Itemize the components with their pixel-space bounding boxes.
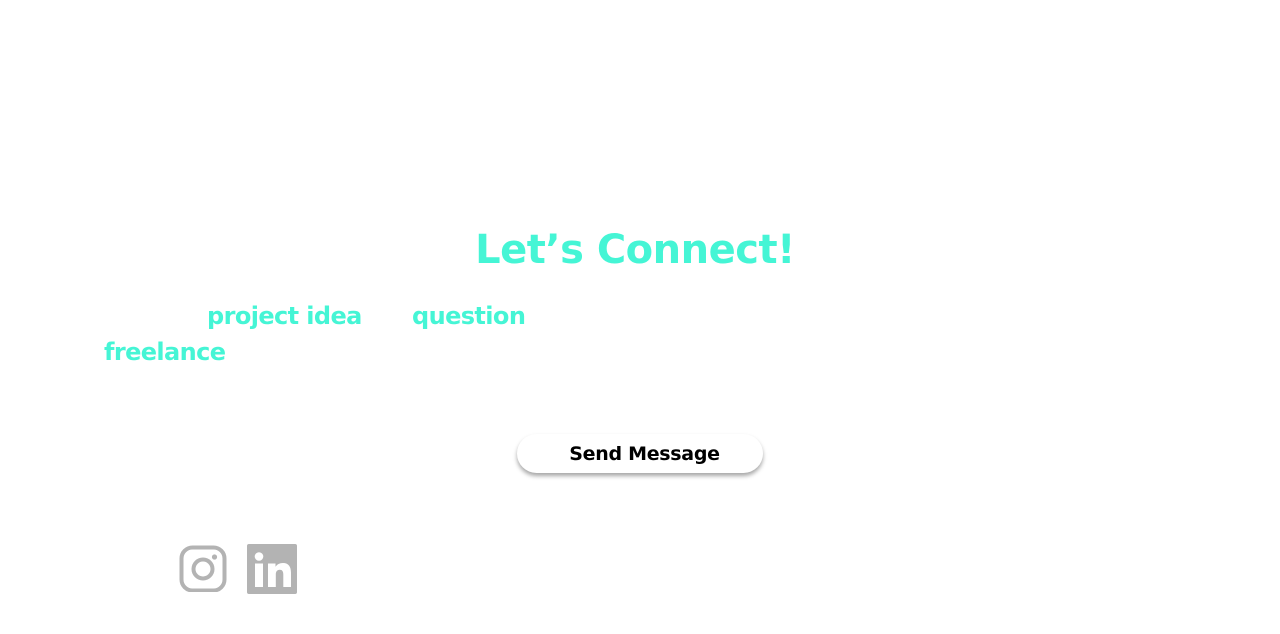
topic-project-idea[interactable]: project idea [207,301,362,331]
instagram-icon [179,545,227,593]
send-message-button[interactable]: Send Message [517,434,763,473]
topic-freelance[interactable]: freelance [104,337,226,367]
instagram-link[interactable] [179,544,227,593]
linkedin-icon [247,544,297,594]
page-title: Let’s Connect! [475,227,795,273]
linkedin-link[interactable] [247,544,297,594]
contact-section: Let’s Connect! project idea question fre… [0,0,1280,634]
topic-question[interactable]: question [412,301,526,331]
